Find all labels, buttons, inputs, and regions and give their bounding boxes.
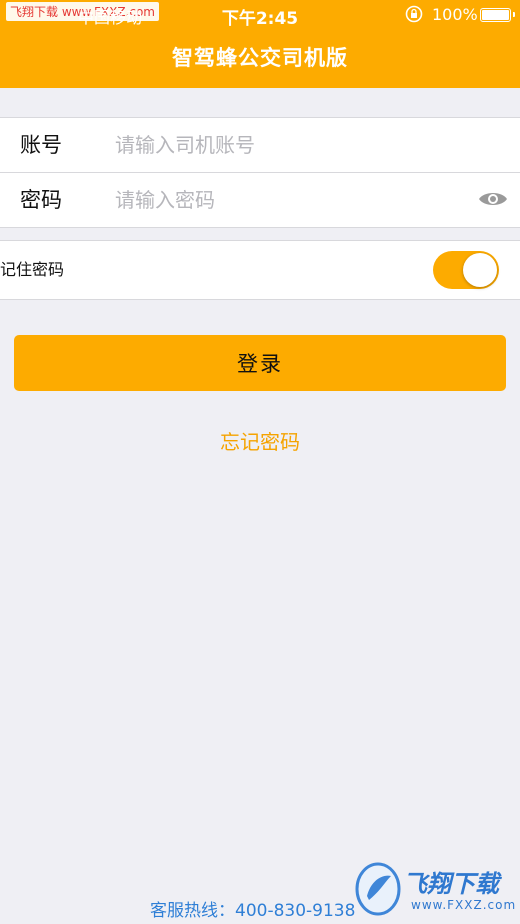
watermark-logo-icon	[355, 862, 401, 916]
password-input[interactable]	[115, 182, 455, 218]
status-bar: 飞翔下载 www.FXXZ.com 中国移动 下午2:45 100%	[0, 0, 520, 30]
remember-password-toggle[interactable]	[433, 251, 499, 289]
battery-percent: 100%	[432, 5, 478, 24]
customer-service-hotline[interactable]: 客服热线：400-830-9138	[150, 896, 355, 921]
account-row: 账号	[0, 118, 520, 172]
battery-icon	[480, 8, 515, 22]
eye-icon[interactable]	[478, 189, 508, 209]
remember-password-row: 记住密码	[0, 240, 520, 300]
forgot-password-link[interactable]: 忘记密码	[0, 426, 520, 455]
account-label: 账号	[20, 133, 62, 157]
login-form: 账号 密码	[0, 117, 520, 228]
password-row: 密码	[0, 172, 520, 227]
login-button[interactable]: 登录	[14, 335, 506, 391]
account-input[interactable]	[115, 127, 455, 163]
rotation-lock-icon	[405, 5, 423, 23]
password-label: 密码	[20, 188, 62, 212]
watermark-url: www.FXXZ.com	[411, 898, 517, 912]
watermark-text: 飞翔下载	[403, 870, 499, 898]
site-watermark: 飞翔下载 www.FXXZ.com	[355, 858, 515, 920]
toggle-knob	[463, 253, 497, 287]
remember-password-label: 记住密码	[0, 260, 65, 279]
app-header: 飞翔下载 www.FXXZ.com 中国移动 下午2:45 100% 智驾蜂公交…	[0, 0, 520, 88]
page-title: 智驾蜂公交司机版	[172, 46, 348, 70]
